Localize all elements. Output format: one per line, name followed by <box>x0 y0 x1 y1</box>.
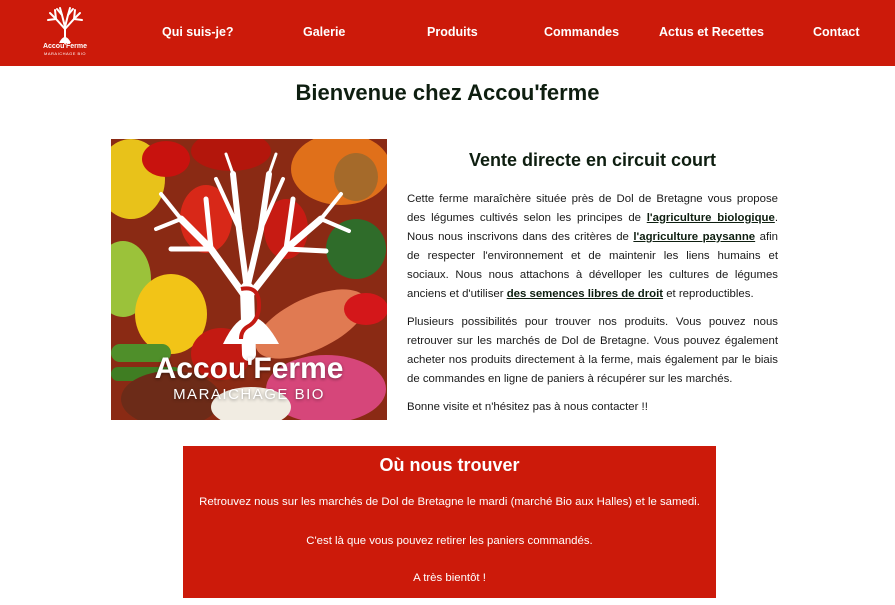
hero-brand-name: Accou'Ferme <box>154 352 344 385</box>
intro-paragraph-2: Plusieurs possibilités pour trouver nos … <box>407 316 778 385</box>
nav-commandes[interactable]: Commandes <box>544 25 619 39</box>
link-semences-libres[interactable]: des semences libres de droit <box>507 288 663 300</box>
site-logo[interactable]: Accou'Ferme MARAICHAGE BIO <box>38 5 92 61</box>
nav-actus-recettes[interactable]: Actus et Recettes <box>659 25 764 39</box>
page-title: Bienvenue chez Accou'ferme <box>295 80 600 105</box>
find-us-box: Où nous trouver Retrouvez nous sur les m… <box>183 446 716 598</box>
link-agriculture-paysanne[interactable]: l'agriculture paysanne <box>633 231 755 243</box>
nav-qui-suis-je[interactable]: Qui suis-je? <box>162 25 234 39</box>
nav-galerie[interactable]: Galerie <box>303 25 345 39</box>
find-us-line-1: Retrouvez nous sur les marchés de Dol de… <box>199 496 700 508</box>
link-agriculture-biologique[interactable]: l'agriculture biologique <box>647 212 775 224</box>
intro-paragraph-3: Bonne visite et n'hésitez pas à nous con… <box>407 401 648 413</box>
intro-text: Cette ferme maraîchère située près de Do… <box>407 190 778 426</box>
find-us-title: Où nous trouver <box>379 455 520 475</box>
top-nav-bar: Accou'Ferme MARAICHAGE BIO Qui suis-je? … <box>0 0 895 66</box>
hero-brand-tagline: MARAICHAGE BIO <box>173 386 325 403</box>
intro-heading: Vente directe en circuit court <box>468 150 717 170</box>
find-us-line-3: A très bientôt ! <box>413 572 486 584</box>
intro-text-segment: et reproductibles. <box>663 288 754 300</box>
hero-image: Accou'Ferme MARAICHAGE BIO <box>111 139 387 420</box>
logo-name: Accou'Ferme <box>42 43 88 50</box>
logo-tagline: MARAICHAGE BIO <box>44 51 86 56</box>
nav-produits[interactable]: Produits <box>427 25 478 39</box>
intro-paragraph-1: Cette ferme maraîchère située près de Do… <box>407 190 778 304</box>
tree-ear-logo-icon <box>47 7 83 44</box>
find-us-line-2: C'est là que vous pouvez retirer les pan… <box>306 535 593 547</box>
nav-contact[interactable]: Contact <box>813 25 860 39</box>
